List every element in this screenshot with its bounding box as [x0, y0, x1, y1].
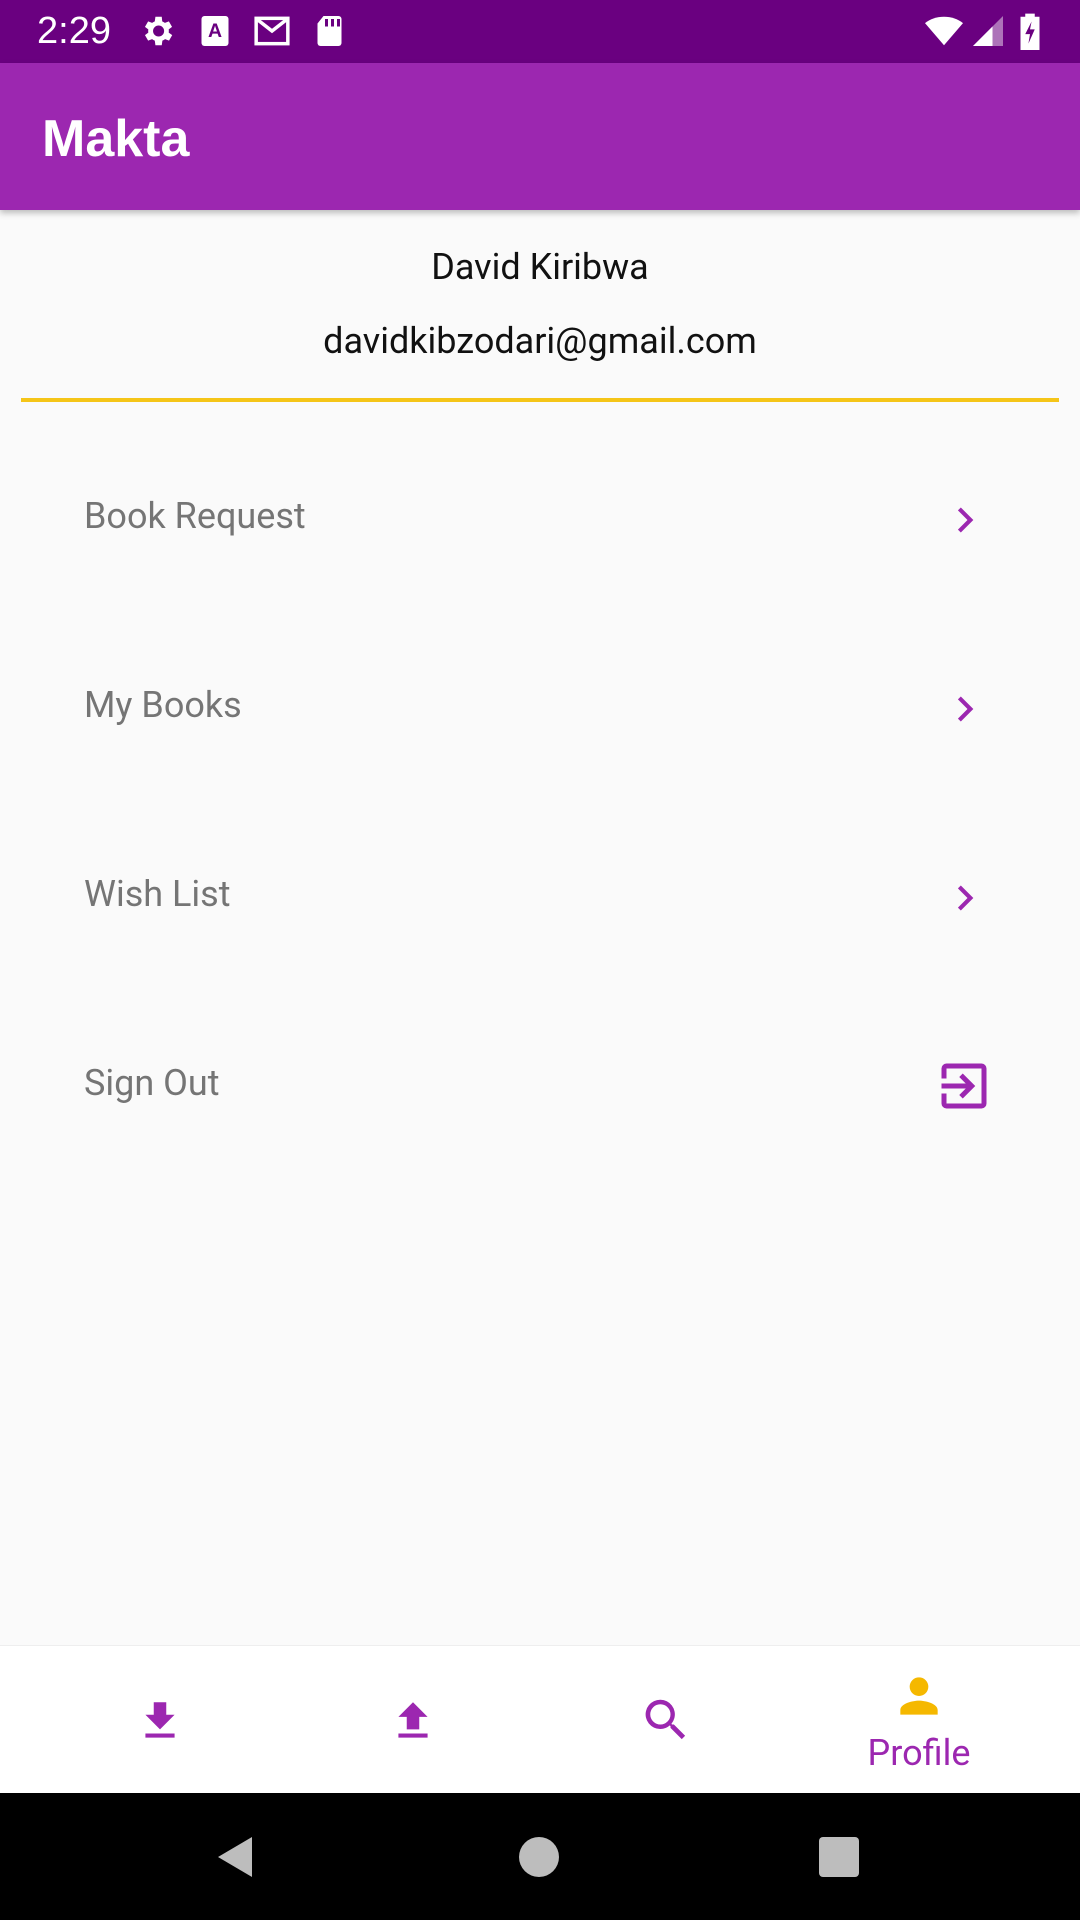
system-navigation-bar: [0, 1793, 1080, 1920]
download-icon: [145, 1702, 175, 1738]
wifi-icon: [925, 16, 963, 46]
nav-tab-uploads[interactable]: [288, 1646, 538, 1794]
nav-tab-search[interactable]: [541, 1646, 791, 1794]
nav-tab-label: Profile: [867, 1732, 971, 1774]
nav-tab-downloads[interactable]: [35, 1646, 285, 1794]
keyboard-a-icon: A: [201, 16, 229, 46]
status-time: 2:29: [37, 10, 111, 52]
status-bar: 2:29 A: [0, 0, 1080, 63]
search-icon: [645, 1699, 686, 1740]
menu-item-label: Wish List: [84, 873, 231, 915]
signal-icon: [973, 16, 1003, 46]
profile-name: David Kiribwa: [431, 246, 649, 288]
profile-email: davidkibzodari@gmail.com: [323, 320, 757, 362]
menu-item-label: My Books: [84, 684, 242, 726]
battery-charging-icon: [1020, 13, 1040, 50]
home-icon[interactable]: [515, 1833, 563, 1881]
menu-item-label: Sign Out: [84, 1062, 220, 1104]
bottom-navigation: Profile: [0, 1645, 1080, 1794]
settings-icon: [144, 16, 173, 46]
menu-item-my-books[interactable]: My Books: [0, 634, 1080, 784]
divider: [21, 398, 1059, 402]
chevron-right-icon: [957, 885, 974, 911]
svg-text:A: A: [208, 20, 222, 42]
app-title: Makta: [42, 110, 190, 168]
app-bar: Makta: [0, 63, 1080, 210]
upload-icon: [398, 1702, 428, 1738]
chevron-right-icon: [957, 507, 974, 533]
gmail-icon: [254, 16, 290, 46]
back-icon[interactable]: [212, 1833, 260, 1881]
menu-item-sign-out[interactable]: Sign Out: [0, 1012, 1080, 1162]
chevron-right-icon: [957, 696, 974, 722]
sd-card-icon: [317, 16, 342, 46]
exit-to-app-icon: [941, 1063, 987, 1109]
menu-item-label: Book Request: [84, 495, 306, 537]
menu-item-book-request[interactable]: Book Request: [0, 445, 1080, 595]
nav-tab-profile[interactable]: Profile: [794, 1646, 1044, 1794]
menu-item-wish-list[interactable]: Wish List: [0, 823, 1080, 973]
person-icon: [900, 1677, 938, 1715]
recents-icon[interactable]: [815, 1833, 863, 1881]
